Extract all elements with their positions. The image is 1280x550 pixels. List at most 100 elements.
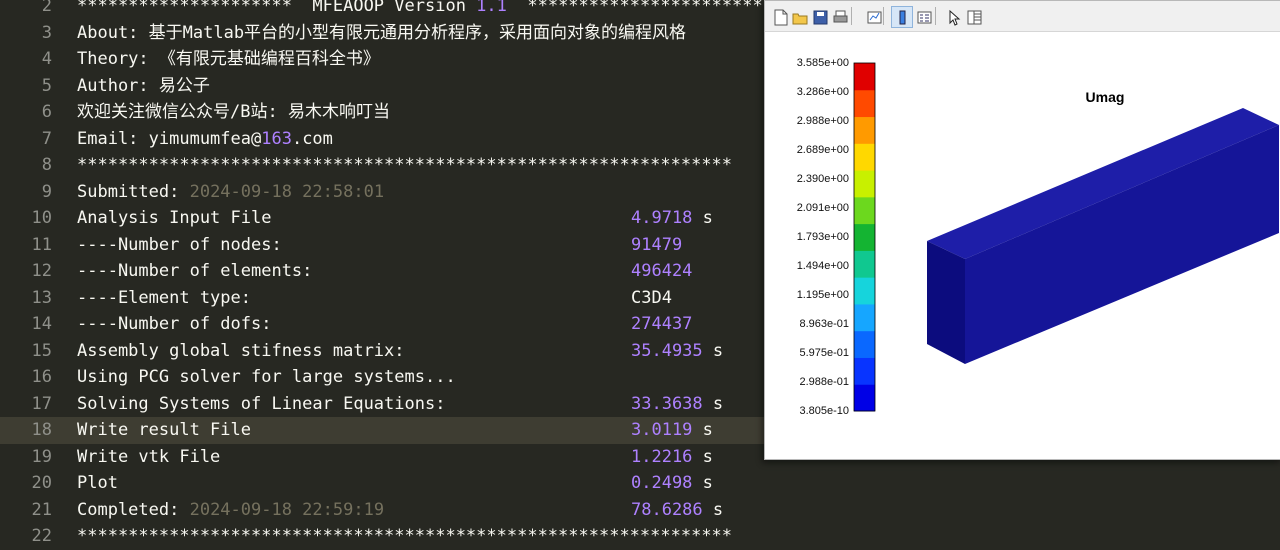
timing-value: 274437: [631, 311, 692, 338]
colorbar-segment: [854, 196, 875, 225]
timing-value: 33.3638 s: [631, 391, 723, 418]
line-text: ----Element type:: [77, 285, 251, 312]
line-text2: .com: [291, 128, 333, 149]
line-text: Completed:: [77, 499, 190, 520]
colorbar-segment: [854, 223, 875, 251]
line-number: 6: [41, 102, 52, 122]
line-text: Author: 易公子: [77, 73, 210, 100]
value-number: 3.0119: [631, 420, 693, 440]
line-text: Using PCG solver for large systems...: [77, 367, 456, 387]
fem-model-box: [927, 108, 1279, 364]
value-number: 1.2216: [631, 446, 693, 467]
code-line[interactable]: 20 Plot 0.2498 s: [0, 470, 1280, 497]
value-number: 496424: [631, 261, 693, 281]
matlab-figure-window: Umag 3.585e+00 3.286e+00 2.988e+00 2.689e+0…: [764, 0, 1280, 460]
timing-value: 91479: [631, 232, 682, 259]
line-text2: ************************: [506, 0, 773, 16]
line-text: 欢迎关注微信公众号/B站: 易木木响叮当: [77, 102, 390, 122]
line-text: Analysis Input File: [77, 205, 271, 232]
new-figure-icon[interactable]: [769, 6, 791, 28]
value-unit: s: [702, 340, 724, 361]
timing-value: 4.9718 s: [631, 205, 713, 232]
print-icon[interactable]: [829, 6, 851, 28]
value-number: 33.3638: [631, 393, 703, 414]
timing-value: 35.4935 s: [631, 338, 723, 365]
value-number: C3D4: [631, 287, 672, 308]
colorbar-tick-label: 2.988e+00: [796, 115, 849, 127]
line-text: ********************* MFEAOOP Version: [77, 0, 477, 16]
line-text: Assembly global stifness matrix:: [77, 338, 405, 365]
line-num: 1.1: [476, 0, 507, 16]
timing-value: C3D4: [631, 285, 672, 312]
colorbar-tick-label: 1.793e+00: [796, 231, 849, 243]
line-text: 欢迎关注微信公众号/B站: 易木木响叮当: [77, 99, 390, 126]
value-number: 0.2498: [631, 473, 693, 493]
line-gray: 2024-09-18 22:59:19: [189, 499, 385, 520]
colorbar-segment: [854, 303, 875, 332]
line-number: 22: [31, 526, 52, 546]
line-text: About: 基于Matlab平台的小型有限元通用分析程序，采用面向对象的编程风…: [77, 20, 686, 47]
line-number: 2: [41, 0, 52, 16]
colorbar-tick-label: 3.805e-10: [799, 405, 849, 417]
property-inspector-icon[interactable]: [963, 6, 985, 28]
toolbar-separator: [935, 7, 936, 25]
link-plot-icon[interactable]: [863, 6, 885, 28]
line-text: ----Number of nodes:: [77, 234, 282, 255]
code-line[interactable]: 21 Completed: 2024-09-18 22:59:19 78.6286 …: [0, 497, 1280, 524]
line-text: Using PCG solver for large systems...: [77, 364, 456, 391]
line-number: 15: [31, 340, 52, 361]
colorbar-tick-label: 2.390e+00: [796, 173, 849, 185]
line-number: 3: [41, 22, 52, 43]
line-text: Write vtk File: [77, 446, 221, 467]
line-text: ----Number of dofs:: [77, 311, 271, 338]
colorbar-segment: [854, 277, 875, 305]
colorbar-segment: [854, 89, 875, 118]
line-number: 10: [31, 208, 52, 228]
line-text: Completed: 2024-09-18 22:59:19: [77, 497, 384, 524]
line-number: 17: [31, 393, 52, 414]
timing-value: 78.6286 s: [631, 497, 723, 524]
line-text: ****************************************…: [77, 526, 733, 546]
line-text: Theory: 《有限元基础编程百科全书》: [77, 49, 380, 69]
line-number: 14: [31, 314, 52, 334]
line-text: Write vtk File: [77, 444, 220, 471]
colorbar-tick-label: 2.689e+00: [796, 144, 849, 156]
line-text: ----Number of elements:: [77, 258, 312, 285]
value-unit: s: [702, 499, 724, 520]
toolbar-separator: [883, 7, 884, 25]
timing-value: 1.2216 s: [631, 444, 713, 471]
line-text: Author: 易公子: [77, 75, 210, 96]
insert-colorbar-icon[interactable]: [891, 6, 913, 28]
colorbar-tick-label: 8.963e-01: [799, 318, 849, 330]
colorbar-segment: [854, 357, 875, 385]
line-number: 7: [41, 128, 52, 149]
save-icon[interactable]: [809, 6, 831, 28]
open-file-icon[interactable]: [789, 6, 811, 28]
code-line[interactable]: 22 **************************************…: [0, 523, 1280, 550]
value-unit: s: [692, 473, 713, 493]
value-number: 274437: [631, 314, 693, 334]
line-text: ****************************************…: [77, 152, 732, 179]
line-number: 5: [41, 75, 52, 96]
value-unit: s: [692, 446, 713, 467]
line-text: Plot: [77, 470, 118, 497]
plot-area[interactable]: Umag 3.585e+00 3.286e+00 2.988e+00 2.689e+0…: [765, 32, 1280, 459]
insert-legend-icon[interactable]: [913, 6, 935, 28]
colorbar-tick-label: 1.494e+00: [796, 260, 849, 272]
plot-title: Umag: [1085, 89, 1125, 105]
colorbar-tick-label: 2.988e-01: [799, 376, 849, 388]
line-number: 9: [41, 181, 52, 202]
colorbar-tick-label: 1.195e+00: [796, 289, 849, 301]
line-text: ****************************************…: [77, 523, 732, 550]
line-text: Analysis Input File: [77, 208, 272, 228]
toolbar-separator: [851, 7, 852, 25]
line-number: 4: [41, 49, 52, 69]
line-text: Write result File: [77, 420, 251, 440]
line-text: ----Element type:: [77, 287, 251, 308]
value-number: 78.6286: [631, 499, 703, 520]
line-number: 8: [41, 155, 52, 175]
line-num: 163: [261, 128, 292, 149]
line-number: 20: [31, 473, 52, 493]
line-text: Plot: [77, 473, 118, 493]
edit-plot-icon[interactable]: [943, 6, 965, 28]
